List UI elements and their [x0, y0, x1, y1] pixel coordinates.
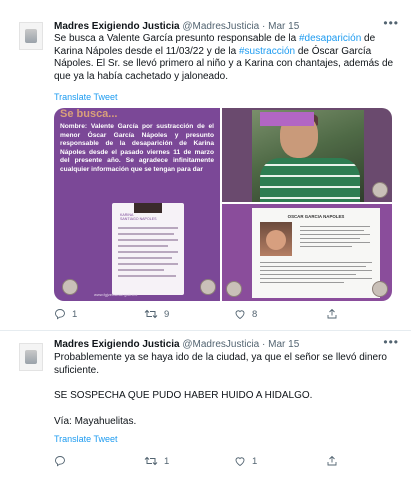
tweet[interactable]: Madres Exigiendo Justicia @MadresJustici… — [0, 331, 411, 479]
seal-icon — [62, 279, 78, 295]
retweet-button[interactable]: 9 — [144, 308, 169, 320]
media-photo-man[interactable] — [222, 108, 392, 202]
share-icon — [327, 308, 337, 319]
author-handle[interactable]: @MadresJusticia — [182, 21, 259, 32]
hashtag-sustraccion[interactable]: #sustracción — [239, 46, 295, 57]
seal-icon — [372, 281, 388, 297]
like-button[interactable]: 1 — [234, 455, 257, 467]
media-document[interactable]: OSCAR GARCIA NAPOLES — [222, 204, 392, 301]
tweet-paragraph: Vía: Mayahuelitas. — [54, 416, 137, 428]
reply-button[interactable] — [54, 455, 72, 467]
heart-icon — [235, 310, 245, 320]
translate-tweet-link[interactable]: Translate Tweet — [54, 434, 118, 444]
man-photo — [252, 110, 364, 202]
hashtag-desaparicion[interactable]: #desaparición — [299, 33, 361, 44]
timestamp[interactable]: Mar 15 — [268, 21, 299, 32]
tweet-text: Se busca a Valente García presunto respo… — [54, 33, 394, 83]
more-icon[interactable]: ••• — [383, 335, 399, 349]
reply-icon — [55, 309, 65, 320]
retweet-icon — [144, 456, 158, 466]
tweet-header: Madres Exigiendo Justicia @MadresJustici… — [54, 21, 299, 32]
reply-button[interactable]: 1 — [54, 308, 77, 320]
timestamp[interactable]: Mar 15 — [268, 339, 299, 350]
reply-icon — [55, 456, 65, 467]
separator: · — [262, 339, 266, 350]
seal-icon — [200, 279, 216, 295]
share-button[interactable] — [326, 308, 338, 320]
avatar[interactable] — [19, 343, 43, 371]
retweet-count: 9 — [164, 308, 170, 320]
reply-count: 1 — [72, 308, 78, 320]
share-button[interactable] — [326, 455, 338, 467]
author-handle[interactable]: @MadresJusticia — [182, 339, 259, 350]
document-image: OSCAR GARCIA NAPOLES — [252, 208, 380, 298]
more-icon[interactable]: ••• — [383, 16, 399, 30]
tweet[interactable]: Madres Exigiendo Justicia @MadresJustici… — [0, 0, 411, 331]
share-icon — [327, 455, 337, 466]
tweet-media-grid: Se busca... Nombre: Valente García por s… — [54, 108, 392, 301]
seal-icon — [226, 281, 242, 297]
poster-card-caption: KARINA SANTIAGO NAPOLES — [120, 213, 157, 221]
like-button[interactable]: 8 — [234, 308, 257, 320]
like-count: 8 — [252, 308, 258, 320]
seal-icon — [372, 182, 388, 198]
poster-title: Se busca... — [60, 108, 118, 120]
author-name[interactable]: Madres Exigiendo Justicia — [54, 21, 180, 32]
tweet-paragraph: Probablemente ya se haya ido de la ciuda… — [54, 352, 387, 376]
poster-body: Nombre: Valente García por sustracción d… — [60, 123, 214, 173]
tweet-paragraph: SE SOSPECHA QUE PUDO HABER HUIDO A HIDAL… — [54, 390, 313, 402]
avatar[interactable] — [19, 22, 43, 50]
retweet-count: 1 — [164, 455, 170, 467]
author-name[interactable]: Madres Exigiendo Justicia — [54, 339, 180, 350]
poster-footer: www.fgjveracruz.gob.mx — [94, 292, 138, 297]
tweet-header: Madres Exigiendo Justicia @MadresJustici… — [54, 339, 299, 350]
poster-id-card: KARINA SANTIAGO NAPOLES — [112, 203, 184, 295]
separator: · — [262, 21, 266, 32]
tweet-text: Probablemente ya se haya ido de la ciuda… — [54, 352, 394, 429]
retweet-icon — [144, 309, 158, 319]
media-poster[interactable]: Se busca... Nombre: Valente García por s… — [54, 108, 220, 301]
retweet-button[interactable]: 1 — [144, 455, 169, 467]
translate-tweet-link[interactable]: Translate Tweet — [54, 92, 118, 102]
document-heading: OSCAR GARCIA NAPOLES — [287, 214, 345, 219]
like-count: 1 — [252, 455, 258, 467]
heart-icon — [235, 457, 245, 467]
